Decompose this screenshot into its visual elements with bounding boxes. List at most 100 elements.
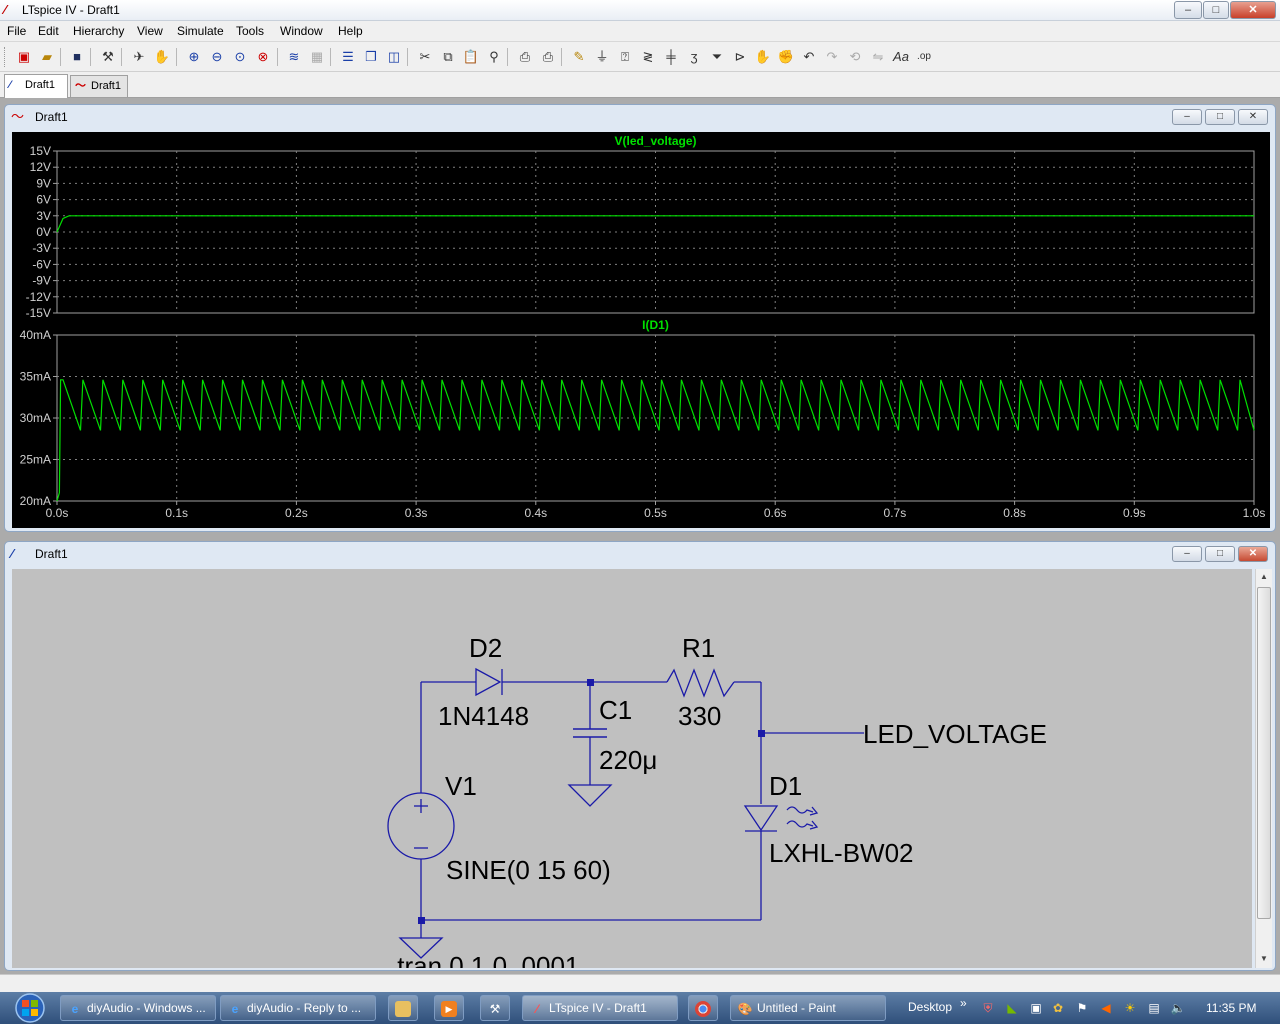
desktop-toolbar-label[interactable]: Desktop [908, 1000, 952, 1014]
copy-icon[interactable]: ⧉ [438, 47, 458, 67]
diode-d2-symbol[interactable] [475, 667, 503, 697]
resistor-icon[interactable]: ≷ [638, 47, 658, 67]
waveform-close-button[interactable]: ✕ [1238, 109, 1268, 125]
y-tick-label: -15V [26, 306, 51, 320]
antivirus-shield-icon[interactable]: ⛨ [980, 1000, 996, 1016]
capacitor-icon[interactable]: ╪ [661, 47, 681, 67]
schematic-maximize-button[interactable]: □ [1205, 546, 1235, 562]
scroll-up-arrow-icon[interactable]: ▲ [1256, 569, 1272, 585]
text-icon[interactable]: Aa [891, 47, 911, 67]
rotate-icon[interactable]: ⟲ [845, 47, 865, 67]
waveform-window-titlebar[interactable]: 〜 Draft1 – □ ✕ [5, 105, 1275, 129]
close-button[interactable]: ✕ [1230, 1, 1276, 19]
label-net-icon[interactable]: ⍰ [615, 47, 635, 67]
task-tools[interactable]: ⚒ [480, 995, 510, 1021]
clock[interactable]: 11:35 PM [1206, 1001, 1256, 1015]
mirror-icon[interactable]: ⇋ [868, 47, 888, 67]
task-diyaudio-windows[interactable]: e diyAudio - Windows ... [60, 995, 216, 1021]
save-icon[interactable]: ■ [67, 47, 87, 67]
schematic-drawing[interactable]: D2 1N4148 C1 220μ R1 330 D1 LXHL-BW02 V1… [12, 569, 1252, 968]
draw-wire-icon[interactable]: ✎ [569, 47, 589, 67]
component-value-r1: 330 [678, 701, 721, 731]
task-chrome[interactable] [688, 995, 718, 1021]
waveform-maximize-button[interactable]: □ [1205, 109, 1235, 125]
scroll-thumb[interactable] [1257, 587, 1271, 919]
diode-icon[interactable]: ⏷ [707, 47, 727, 67]
waveform-minimize-button[interactable]: – [1172, 109, 1202, 125]
led-d1-symbol[interactable] [743, 805, 819, 832]
schematic-window-titlebar[interactable]: ⁄ Draft1 – □ ✕ [5, 542, 1275, 566]
autorange-icon[interactable]: ≋ [284, 47, 304, 67]
zoom-cancel-icon[interactable]: ⊗ [253, 47, 273, 67]
new-schematic-icon[interactable]: ▣ [14, 47, 34, 67]
nvidia-icon[interactable]: ◣ [1004, 1000, 1020, 1016]
tray-app-icon[interactable]: ✿ [1050, 1000, 1066, 1016]
component-icon[interactable]: ⊳ [730, 47, 750, 67]
y-tick-label: 15V [30, 144, 51, 158]
redo-icon[interactable]: ↷ [822, 47, 842, 67]
scroll-down-arrow-icon[interactable]: ▼ [1256, 951, 1272, 967]
drag-icon[interactable]: ✊ [776, 47, 796, 67]
grid-icon[interactable]: ▦ [307, 47, 327, 67]
ground-icon[interactable]: ⏚ [592, 47, 612, 67]
toolbar-chevron-icon[interactable]: » [960, 996, 967, 1010]
action-center-flag-icon[interactable]: ⚑ [1074, 1000, 1090, 1016]
task-media-player[interactable]: ▶ [434, 995, 464, 1021]
tray-app-icon[interactable]: ◀ [1098, 1000, 1114, 1016]
tab-waveform[interactable]: 〜 Draft1 [70, 75, 128, 97]
run-icon[interactable]: ✈ [129, 47, 149, 67]
waveform-plot[interactable]: 15V 12V 9V 6V 3V 0V -3V -6V -9V -12V -15V V(led_vol… [12, 132, 1270, 528]
zoom-fit-icon[interactable]: ⊙ [230, 47, 250, 67]
zoom-in-icon[interactable]: ⊕ [184, 47, 204, 67]
cut-icon[interactable]: ✂ [415, 47, 435, 67]
cascade-icon[interactable]: ❐ [361, 47, 381, 67]
menu-help[interactable]: Help [338, 24, 363, 38]
menu-tools[interactable]: Tools [236, 24, 264, 38]
move-icon[interactable]: ✋ [753, 47, 773, 67]
menu-hierarchy[interactable]: Hierarchy [73, 24, 124, 38]
tab-schematic[interactable]: ⁄ Draft1 [4, 74, 68, 98]
y-tick-label: 0V [36, 225, 51, 239]
paste-icon[interactable]: 📋 [461, 47, 481, 67]
ground-c1-icon[interactable] [567, 784, 613, 807]
toolbar-grip[interactable] [4, 47, 7, 67]
schematic-vertical-scrollbar[interactable]: ▲ ▼ [1255, 569, 1272, 968]
task-paint[interactable]: 🎨 Untitled - Paint [730, 995, 886, 1021]
menu-file[interactable]: File [7, 24, 26, 38]
task-diyaudio-reply[interactable]: e diyAudio - Reply to ... [220, 995, 376, 1021]
schematic-close-button[interactable]: ✕ [1238, 546, 1268, 562]
plot-area[interactable]: 15V 12V 9V 6V 3V 0V -3V -6V -9V -12V -15V V(led_vol… [12, 132, 1270, 528]
network-icon[interactable]: ▤ [1146, 1000, 1162, 1016]
spice-directive-icon[interactable]: .op [914, 47, 934, 67]
print-setup-icon[interactable]: ⎙ [515, 47, 535, 67]
tile-horizontal-icon[interactable]: ☰ [338, 47, 358, 67]
menu-window[interactable]: Window [280, 24, 323, 38]
find-icon[interactable]: ⚲ [484, 47, 504, 67]
menu-view[interactable]: View [137, 24, 163, 38]
inductor-icon[interactable]: ʒ [684, 47, 704, 67]
schematic-minimize-button[interactable]: – [1172, 546, 1202, 562]
maximize-button[interactable]: □ [1203, 1, 1229, 19]
task-ltspice[interactable]: ⁄ LTspice IV - Draft1 [522, 995, 678, 1021]
task-explorer[interactable] [388, 995, 418, 1021]
voltage-source-v1-symbol[interactable] [387, 792, 455, 860]
resistor-r1-symbol[interactable] [666, 668, 735, 698]
menu-simulate[interactable]: Simulate [177, 24, 224, 38]
control-panel-icon[interactable]: ⚒ [98, 47, 118, 67]
halt-icon[interactable]: ✋ [152, 47, 172, 67]
tray-app-icon[interactable]: ☀ [1122, 1000, 1138, 1016]
capacitor-c1-symbol[interactable] [573, 728, 607, 738]
start-button[interactable] [4, 992, 50, 1024]
app-titlebar[interactable]: ⁄ LTspice IV - Draft1 – □ ✕ [0, 0, 1280, 21]
tray-app-icon[interactable]: ▣ [1028, 1000, 1044, 1016]
minimize-button[interactable]: – [1174, 1, 1202, 19]
undo-icon[interactable]: ↶ [799, 47, 819, 67]
zoom-out-icon[interactable]: ⊖ [207, 47, 227, 67]
open-icon[interactable]: ▰ [37, 47, 57, 67]
junction-dot [418, 917, 425, 924]
menu-edit[interactable]: Edit [38, 24, 59, 38]
volume-icon[interactable]: 🔈 [1170, 1000, 1186, 1016]
print-icon[interactable]: ⎙ [538, 47, 558, 67]
schematic-canvas[interactable]: D2 1N4148 C1 220μ R1 330 D1 LXHL-BW02 V1… [12, 569, 1252, 968]
tile-vertical-icon[interactable]: ◫ [384, 47, 404, 67]
